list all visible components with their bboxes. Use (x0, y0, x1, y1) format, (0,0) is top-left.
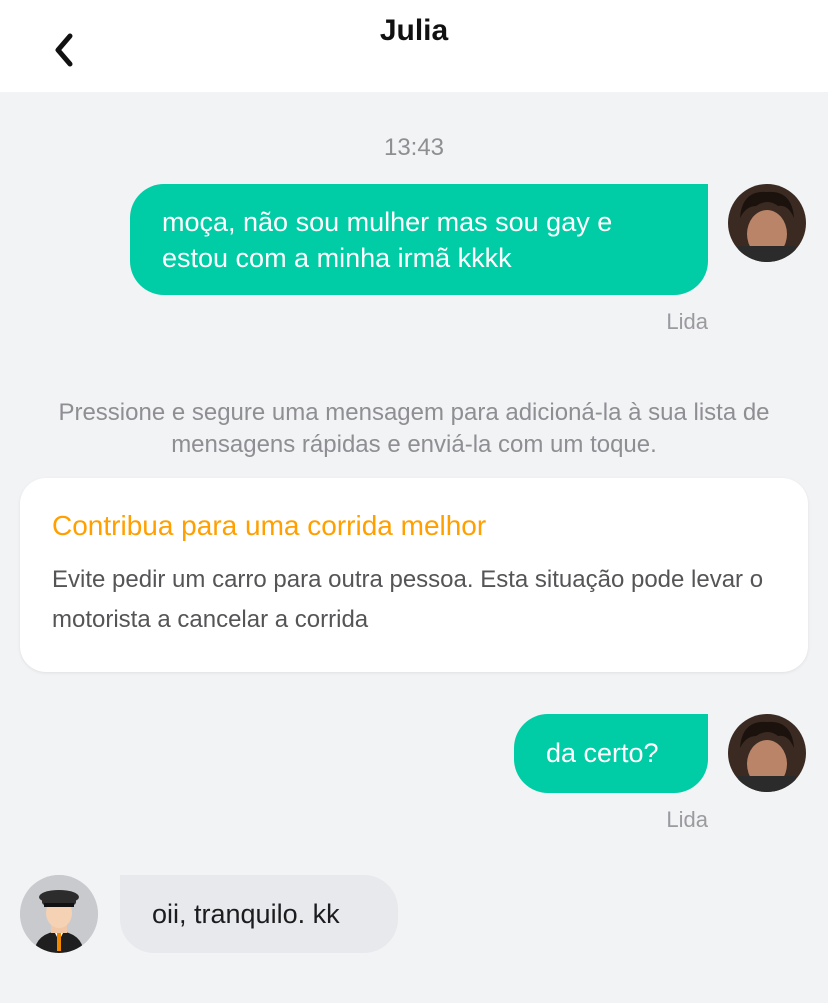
user-avatar (728, 714, 806, 792)
driver-icon (20, 875, 98, 953)
tip-title: Contribua para uma corrida melhor (52, 510, 487, 541)
message-text: moça, não sou mulher mas sou gay e estou… (162, 207, 613, 273)
ride-tip-card: Contribua para uma corrida melhor Evite … (20, 478, 808, 672)
outgoing-message[interactable]: moça, não sou mulher mas sou gay e estou… (130, 184, 708, 295)
driver-avatar (20, 875, 98, 953)
quick-message-hint: Pressione e segure uma mensagem para adi… (58, 399, 770, 458)
chat-title: Julia (379, 14, 449, 47)
message-text: oii, tranquilo. kk (152, 899, 340, 929)
outgoing-message[interactable]: da certo? (514, 714, 708, 793)
user-avatar (728, 184, 806, 262)
tip-body: Evite pedir um carro para outra pessoa. … (52, 566, 764, 633)
read-receipt: Lida (666, 807, 708, 832)
incoming-message[interactable]: oii, tranquilo. kk (120, 875, 398, 953)
read-receipt: Lida (666, 309, 708, 334)
chat-header: Julia (0, 0, 828, 92)
message-timestamp: 13:43 (383, 134, 445, 161)
message-text: da certo? (546, 738, 659, 768)
